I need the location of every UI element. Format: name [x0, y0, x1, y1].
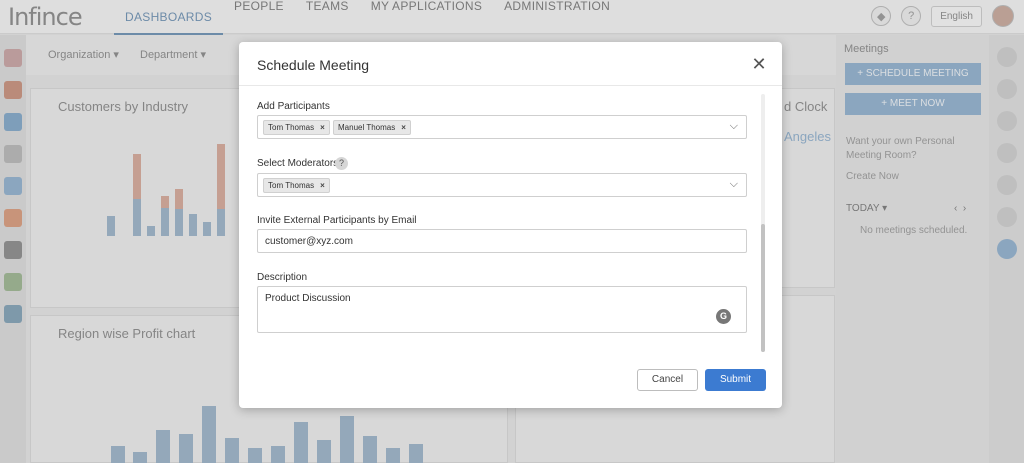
description-value: Product Discussion	[265, 293, 351, 304]
remove-chip-icon[interactable]: ×	[320, 123, 325, 132]
participants-label: Add Participants	[257, 101, 330, 112]
schedule-meeting-dialog: Schedule Meeting ✕ Add Participants Tom …	[239, 42, 782, 408]
moderator-chip: Tom Thomas ×	[263, 178, 330, 193]
chip-label: Manuel Thomas	[338, 123, 396, 132]
participants-select[interactable]: Tom Thomas × Manuel Thomas × ⌵	[257, 115, 747, 139]
chip-label: Tom Thomas	[268, 123, 315, 132]
participant-chip: Tom Thomas ×	[263, 120, 330, 135]
dialog-title: Schedule Meeting	[257, 57, 370, 73]
submit-button[interactable]: Submit	[705, 369, 766, 391]
participant-chip: Manuel Thomas ×	[333, 120, 411, 135]
scrollbar-thumb[interactable]	[761, 224, 765, 352]
email-label: Invite External Participants by Email	[257, 215, 417, 226]
moderators-label: Select Moderators	[257, 158, 339, 169]
email-input[interactable]: customer@xyz.com	[257, 229, 747, 253]
remove-chip-icon[interactable]: ×	[320, 181, 325, 190]
cancel-button[interactable]: Cancel	[637, 369, 698, 391]
dialog-scrollbar[interactable]	[761, 94, 765, 352]
help-icon[interactable]: ?	[335, 157, 348, 170]
dialog-divider	[239, 85, 782, 86]
chip-label: Tom Thomas	[268, 181, 315, 190]
description-label: Description	[257, 272, 308, 283]
email-value: customer@xyz.com	[265, 236, 353, 247]
grammarly-icon[interactable]: G	[716, 309, 731, 324]
remove-chip-icon[interactable]: ×	[401, 123, 406, 132]
moderators-select[interactable]: Tom Thomas × ⌵	[257, 173, 747, 197]
chevron-down-icon[interactable]: ⌵	[730, 178, 738, 191]
description-textarea[interactable]: Product Discussion G	[257, 286, 747, 333]
close-icon[interactable]: ✕	[751, 55, 767, 73]
chevron-down-icon[interactable]: ⌵	[730, 120, 738, 133]
